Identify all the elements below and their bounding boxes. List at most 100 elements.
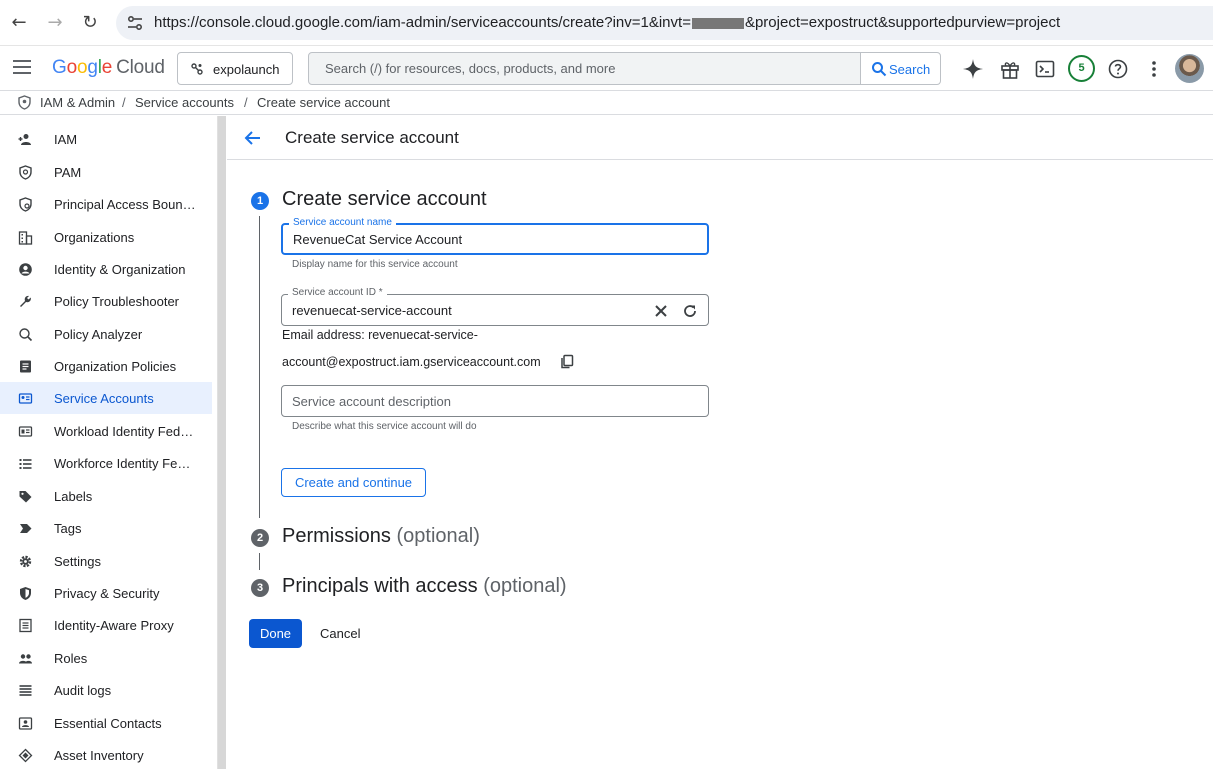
- inventory-icon: [18, 748, 33, 763]
- browser-toolbar: ← → ↻ https://console.cloud.google.com/i…: [0, 0, 1213, 46]
- contacts-icon: [18, 717, 33, 730]
- cloud-shell-icon[interactable]: [1034, 58, 1056, 80]
- sidebar-item-label: Principal Access Boun…: [54, 197, 196, 212]
- search-button-label: Search: [889, 62, 931, 77]
- search-button[interactable]: Search: [860, 52, 941, 85]
- sidebar-scrollbar[interactable]: [217, 116, 226, 769]
- sidebar-item-label: Asset Inventory: [54, 748, 144, 763]
- search-icon: [872, 62, 887, 77]
- url-suffix: &project=expostruct&supportedpurview=pro…: [744, 14, 1061, 31]
- project-hub-icon: [191, 63, 203, 75]
- sidebar-item-principal-access-boundary[interactable]: Principal Access Boun…: [0, 188, 212, 220]
- gemini-sparkle-icon[interactable]: [962, 58, 984, 80]
- sidebar-item-tags[interactable]: Tags: [0, 512, 212, 544]
- back-arrow-icon[interactable]: [243, 128, 263, 148]
- main-menu-icon[interactable]: [13, 60, 31, 74]
- step-3-optional: (optional): [483, 575, 567, 597]
- page-header: Create service account: [227, 116, 1213, 160]
- step-2-title[interactable]: Permissions (optional): [282, 525, 480, 548]
- project-picker-button[interactable]: expolaunch: [177, 52, 293, 85]
- step-2-optional: (optional): [396, 525, 480, 547]
- sidebar-item-organization-policies[interactable]: Organization Policies: [0, 350, 212, 382]
- roles-icon: [19, 654, 32, 664]
- service-account-icon: [18, 393, 33, 404]
- sidebar-item-organizations[interactable]: Organizations: [0, 221, 212, 253]
- avatar[interactable]: [1175, 54, 1204, 83]
- browser-forward-icon[interactable]: →: [44, 12, 66, 34]
- sidebar-item-label: Roles: [54, 651, 88, 666]
- site-settings-icon[interactable]: [126, 14, 144, 32]
- breadcrumb-current: Create service account: [257, 95, 390, 110]
- sidebar-item-privacy-security[interactable]: Privacy & Security: [0, 577, 212, 609]
- shield-icon: [19, 165, 32, 180]
- service-account-name-field[interactable]: Service account name: [281, 217, 709, 255]
- done-button[interactable]: Done: [249, 619, 302, 648]
- sidebar-item-label: Workload Identity Fede…: [54, 424, 196, 439]
- sidebar-item-essential-contacts[interactable]: Essential Contacts: [0, 707, 212, 739]
- create-and-continue-button[interactable]: Create and continue: [281, 468, 426, 497]
- list-icon: [19, 459, 32, 469]
- breadcrumb-iam-admin[interactable]: IAM & Admin: [40, 95, 115, 110]
- step-2-connector: [259, 553, 260, 570]
- help-icon[interactable]: [1107, 58, 1129, 80]
- sidebar-item-label: Organization Policies: [54, 359, 177, 374]
- step-3-title[interactable]: Principals with access (optional): [282, 575, 567, 598]
- analyzer-icon: [19, 328, 33, 342]
- refresh-icon[interactable]: [682, 303, 698, 319]
- step-1-connector: [259, 216, 260, 518]
- building-icon: [18, 231, 33, 245]
- copy-icon[interactable]: [560, 354, 574, 369]
- sidebar-item-roles[interactable]: Roles: [0, 642, 212, 674]
- breadcrumb-service-accounts[interactable]: Service accounts: [135, 95, 234, 110]
- sidebar-item-label: Workforce Identity Fed…: [54, 456, 196, 471]
- sidebar-item-policy-troubleshooter[interactable]: Policy Troubleshooter: [0, 285, 212, 317]
- service-account-id-input[interactable]: [282, 295, 642, 325]
- service-account-name-input[interactable]: [283, 225, 707, 253]
- sidebar-item-label: Identity-Aware Proxy: [54, 618, 174, 633]
- step-1-title[interactable]: Create service account: [282, 188, 487, 211]
- service-account-id-field[interactable]: Service account ID *: [281, 287, 709, 326]
- console-header: GoogleCloud expolaunch Search 5: [0, 46, 1213, 91]
- browser-reload-icon[interactable]: ↻: [79, 12, 101, 34]
- sidebar-item-label: Tags: [54, 521, 82, 536]
- sidebar-item-workforce-identity[interactable]: Workforce Identity Fed…: [0, 447, 212, 479]
- service-account-description-hint: Describe what this service account will …: [292, 421, 477, 432]
- notification-count-badge[interactable]: 5: [1068, 55, 1095, 82]
- email-address-line1: Email address: revenuecat-service-: [282, 328, 478, 342]
- clear-icon[interactable]: [654, 304, 668, 318]
- browser-back-icon[interactable]: ←: [8, 12, 30, 34]
- service-account-description-field[interactable]: [281, 385, 709, 417]
- sidebar-item-workload-identity[interactable]: Workload Identity Fede…: [0, 415, 212, 447]
- sidebar-item-labels[interactable]: Labels: [0, 480, 212, 512]
- google-cloud-logo[interactable]: Google Cloud: [52, 57, 165, 79]
- logo-cloud: Cloud: [116, 57, 165, 78]
- url-prefix: https://console.cloud.google.com/iam-adm…: [154, 14, 691, 31]
- sidebar-item-settings[interactable]: Settings: [0, 545, 212, 577]
- sidebar-item-label: Organizations: [54, 230, 135, 245]
- sidebar-item-policy-analyzer[interactable]: Policy Analyzer: [0, 318, 212, 350]
- sidebar-item-identity-aware-proxy[interactable]: Identity-Aware Proxy: [0, 609, 212, 641]
- sidebar-item-audit-logs[interactable]: Audit logs: [0, 674, 212, 706]
- iam-shield-icon: [18, 95, 31, 110]
- gift-icon[interactable]: [999, 58, 1021, 80]
- service-account-name-label: Service account name: [289, 217, 396, 228]
- sidebar-item-iam[interactable]: IAM: [0, 123, 212, 155]
- sidebar-item-identity-organization[interactable]: Identity & Organization: [0, 253, 212, 285]
- search-input[interactable]: [309, 53, 849, 84]
- sidebar-item-label: Settings: [54, 554, 101, 569]
- address-bar[interactable]: https://console.cloud.google.com/iam-adm…: [116, 6, 1213, 40]
- gear-icon: [19, 555, 32, 568]
- service-account-description-input[interactable]: [282, 386, 708, 416]
- email-address-line2: account@expostruct.iam.gserviceaccount.c…: [282, 355, 541, 369]
- wrench-icon: [20, 295, 31, 307]
- policy-icon: [19, 197, 32, 212]
- sidebar-item-label: Policy Analyzer: [54, 327, 143, 342]
- sidebar-item-asset-inventory[interactable]: Asset Inventory: [0, 739, 212, 771]
- more-vert-icon[interactable]: [1143, 58, 1165, 80]
- person-add-icon: [18, 134, 31, 145]
- sidebar-item-pam[interactable]: PAM: [0, 156, 212, 188]
- project-name: expolaunch: [213, 62, 280, 77]
- sidebar-item-service-accounts[interactable]: Service Accounts: [0, 382, 212, 414]
- cancel-button[interactable]: Cancel: [320, 626, 360, 641]
- sidebar-item-label: Audit logs: [54, 683, 112, 698]
